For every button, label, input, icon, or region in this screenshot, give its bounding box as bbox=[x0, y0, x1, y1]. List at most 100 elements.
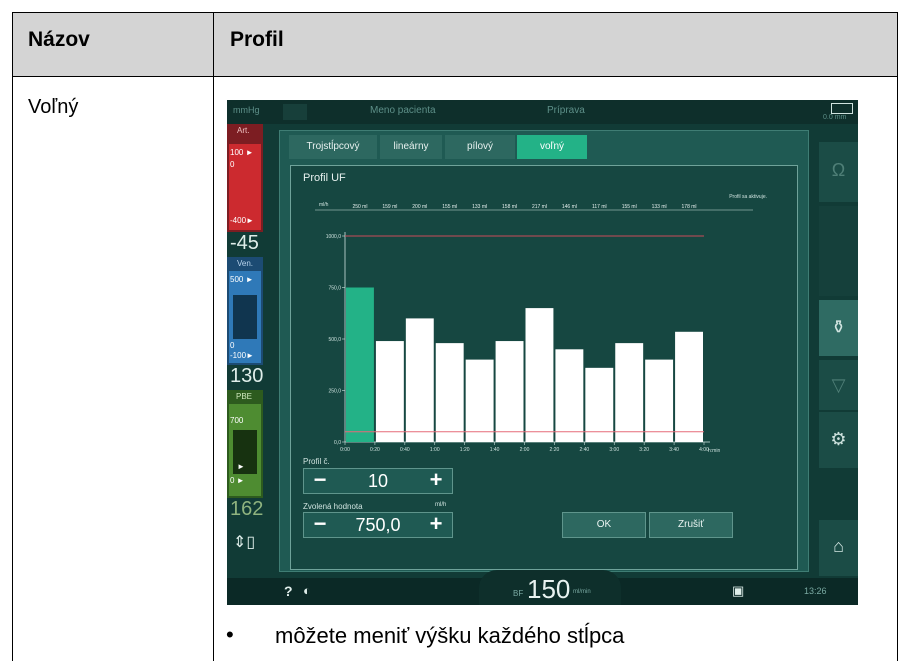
right-button-2[interactable] bbox=[819, 206, 858, 296]
help-icon[interactable]: ? bbox=[284, 583, 293, 599]
patient-name[interactable]: Meno pacienta bbox=[370, 105, 436, 116]
venous-value: 130 bbox=[230, 365, 264, 387]
bar bbox=[555, 349, 584, 442]
x-tick-label: 3:00 bbox=[609, 447, 619, 453]
profile-number-increase-button[interactable]: + bbox=[422, 469, 450, 493]
volume-label: 178 ml bbox=[682, 204, 697, 210]
bar bbox=[645, 359, 674, 442]
bar bbox=[346, 287, 374, 442]
lock-icon[interactable]: ▣ bbox=[732, 583, 744, 599]
x-tick-label: 4:00 bbox=[699, 447, 709, 453]
home-icon: ⌂ bbox=[833, 536, 844, 556]
volume-label: 155 ml bbox=[442, 204, 457, 210]
arterial-upper-limit: 100 ► bbox=[230, 148, 254, 157]
right-button-ultrafiltration[interactable]: ⚱ bbox=[819, 300, 858, 356]
volume-label: 133 ml bbox=[652, 204, 667, 210]
selected-value-decrease-button[interactable]: − bbox=[306, 513, 334, 537]
bar bbox=[675, 331, 703, 442]
volume-label: 155 ml bbox=[622, 204, 637, 210]
table-column-divider bbox=[213, 12, 214, 661]
ultrafiltration-icon: ⚱ bbox=[830, 317, 847, 337]
venous-upper-limit: 500 ► bbox=[230, 275, 254, 284]
y-tick-label: 0,0 bbox=[334, 440, 341, 446]
cancel-button[interactable]: Zrušiť bbox=[649, 512, 733, 538]
selected-value-stepper[interactable]: − 750,0 + bbox=[303, 512, 453, 538]
phase-label: Príprava bbox=[547, 105, 585, 116]
x-tick-label: 3:40 bbox=[669, 447, 679, 453]
arterial-value: -45 bbox=[230, 232, 259, 254]
x-tick-label: 0:40 bbox=[400, 447, 410, 453]
selected-value-field: 750,0 bbox=[355, 515, 401, 535]
venous-zero: 0 bbox=[230, 341, 235, 350]
right-button-home[interactable]: ⌂ bbox=[819, 520, 858, 576]
x-tick-label: 1:00 bbox=[430, 447, 440, 453]
row-name: Voľný bbox=[28, 96, 79, 118]
bar bbox=[525, 308, 554, 442]
settings-icon: ⚙ bbox=[830, 429, 847, 449]
brightness-icon[interactable]: ◐ bbox=[303, 583, 311, 598]
selected-value-label: Zvolená hodnota bbox=[303, 502, 363, 511]
tab-free[interactable]: voľný bbox=[517, 135, 587, 159]
bar bbox=[585, 367, 614, 442]
profile-number-decrease-button[interactable]: − bbox=[306, 469, 334, 493]
bottom-bar: ? ◐ BF 150 ml/min ▣ 13:26 bbox=[227, 570, 858, 605]
tab-linear[interactable]: lineárny bbox=[380, 135, 442, 159]
table-border-top bbox=[12, 12, 898, 13]
bar bbox=[495, 341, 524, 442]
top-bar: mmHg Meno pacienta Príprava 0.0 mm bbox=[227, 100, 858, 124]
x-tick-label: 2:00 bbox=[520, 447, 530, 453]
volume-label: 217 ml bbox=[532, 204, 547, 210]
header-name: Názov bbox=[28, 28, 90, 51]
arterial-pressure-panel[interactable]: Art. 100 ► 0 -400► bbox=[227, 124, 263, 232]
bar bbox=[375, 341, 404, 442]
patient-icon[interactable] bbox=[283, 104, 307, 120]
pbe-label: PBE bbox=[236, 392, 253, 401]
table-border-right bbox=[897, 12, 898, 661]
y-tick-label: 250,0 bbox=[328, 389, 341, 395]
venous-label: Ven. bbox=[237, 259, 254, 268]
volume-label: 158 ml bbox=[502, 204, 517, 210]
syringe-value: 0.0 mm bbox=[823, 114, 847, 121]
volume-label: 146 ml bbox=[562, 204, 577, 210]
venous-lower-limit: -100► bbox=[230, 351, 254, 360]
uf-profile-chart: Profil sa aktivuje. ml/h h:min 250 ml 159… bbox=[315, 194, 767, 454]
pbe-arrow: ► bbox=[237, 462, 245, 471]
function-icon-1: Ω bbox=[831, 160, 846, 180]
arterial-lower-limit: -400► bbox=[230, 216, 254, 225]
table-header bbox=[12, 12, 898, 76]
bullet-note: môžete meniť výšku každého stĺpca bbox=[275, 623, 625, 648]
right-button-settings[interactable]: ⚙ bbox=[819, 412, 858, 468]
profile-number-stepper[interactable]: − 10 + bbox=[303, 468, 453, 494]
device-screen: mmHg Meno pacienta Príprava 0.0 mm Art. … bbox=[227, 100, 858, 605]
y-tick-label: 750,0 bbox=[328, 286, 341, 292]
level-adjust-icon[interactable]: ⇕▯ bbox=[233, 532, 255, 552]
y-tick-label: 1000,0 bbox=[326, 234, 342, 240]
bullet-icon: • bbox=[226, 622, 234, 647]
tab-sawtooth[interactable]: pílový bbox=[445, 135, 515, 159]
x-tick-label: 1:40 bbox=[490, 447, 500, 453]
tab-triple[interactable]: Trojstĺpcový bbox=[289, 135, 377, 159]
right-button-1[interactable]: Ω bbox=[819, 142, 858, 202]
function-icon-4: ▽ bbox=[831, 375, 846, 395]
profile-number-value: 10 bbox=[367, 471, 389, 491]
x-tick-label: 3:20 bbox=[639, 447, 649, 453]
volume-label: 250 ml bbox=[352, 204, 367, 210]
ok-button[interactable]: OK bbox=[562, 512, 646, 538]
x-tick-label: 1:20 bbox=[460, 447, 470, 453]
bar bbox=[435, 343, 464, 442]
x-tick-label: 0:20 bbox=[370, 447, 380, 453]
y-tick-label: 500,0 bbox=[328, 337, 341, 343]
arterial-label: Art. bbox=[237, 126, 250, 135]
selected-value-increase-button[interactable]: + bbox=[422, 513, 450, 537]
blood-flow-value: 150 bbox=[527, 574, 571, 604]
chart-note: Profil sa aktivuje. bbox=[729, 194, 767, 200]
venous-pressure-panel[interactable]: Ven. 500 ► 0 -100► bbox=[227, 257, 263, 365]
right-button-4[interactable]: ▽ bbox=[819, 360, 858, 410]
blood-flow-unit: ml/min bbox=[573, 589, 591, 595]
x-tick-label: 0:00 bbox=[340, 447, 350, 453]
x-tick-label: 2:40 bbox=[579, 447, 589, 453]
pbe-pressure-panel[interactable]: PBE 700 ► 0 ► bbox=[227, 390, 263, 498]
bar bbox=[615, 343, 644, 442]
header-profile: Profil bbox=[230, 28, 284, 51]
pbe-lower-limit: 0 ► bbox=[230, 476, 245, 485]
